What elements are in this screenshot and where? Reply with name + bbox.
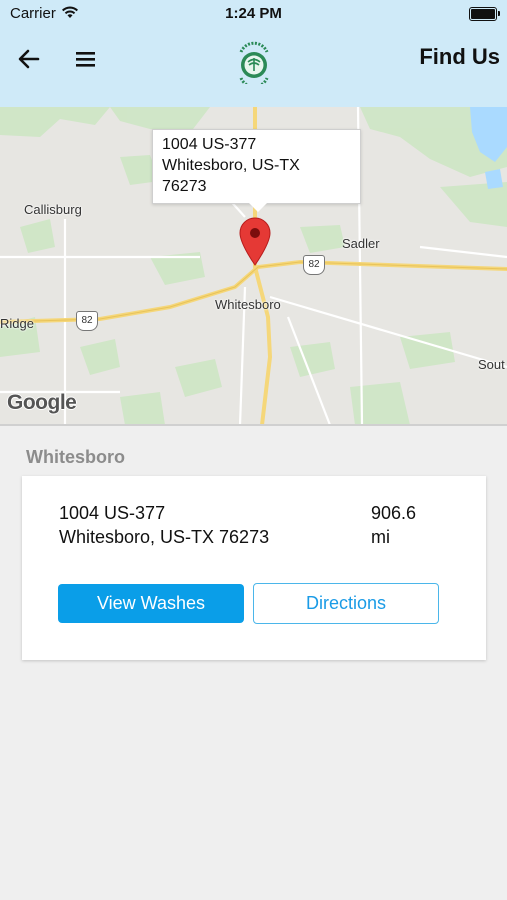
address-line-2: Whitesboro, US-TX 76273: [59, 527, 270, 547]
view-washes-button[interactable]: View Washes: [58, 584, 244, 623]
map-label-callisburg: Callisburg: [24, 202, 82, 217]
google-attribution: Google: [7, 391, 77, 414]
map-pin-icon[interactable]: [238, 217, 272, 267]
status-time: 1:24 PM: [225, 5, 282, 22]
map-label-south: Sout: [478, 357, 505, 372]
us82-shield-east: 82: [303, 255, 325, 275]
distance-unit: mi: [371, 527, 390, 547]
map-label-ridge: Ridge: [0, 316, 34, 331]
page-title: Find Us: [419, 44, 500, 69]
app-header: Carrier 1:24 PM Find Us: [0, 0, 507, 107]
us82-shield-west: 82: [76, 311, 98, 331]
map-callout[interactable]: 1004 US-377 Whitesboro, US-TX 76273: [152, 129, 361, 212]
map-label-whitesboro: Whitesboro: [215, 297, 281, 312]
arrow-left-icon: [18, 49, 40, 69]
callout-line-2: Whitesboro, US-TX: [162, 157, 300, 174]
map-label-sadler: Sadler: [342, 236, 380, 251]
back-button[interactable]: [16, 46, 42, 72]
menu-button[interactable]: [74, 46, 98, 72]
directions-button[interactable]: Directions: [253, 583, 439, 624]
callout-line-3: 76273: [162, 178, 207, 195]
status-bar: Carrier 1:24 PM: [0, 0, 507, 30]
hamburger-menu-icon: [76, 52, 95, 67]
distance-value: 906.6: [371, 503, 417, 523]
car-wash-logo: [235, 40, 273, 89]
section-title: Whitesboro: [26, 447, 125, 467]
map-view[interactable]: Callisburg Sadler Whitesboro Ridge Sout …: [0, 107, 507, 425]
location-card: 1004 US-377 Whitesboro, US-TX 76273 906.…: [22, 476, 486, 660]
map-divider: [0, 424, 507, 426]
address-line-1: 1004 US-377: [59, 503, 166, 523]
callout-line-1: 1004 US-377: [162, 136, 257, 153]
battery-icon: [469, 7, 500, 21]
